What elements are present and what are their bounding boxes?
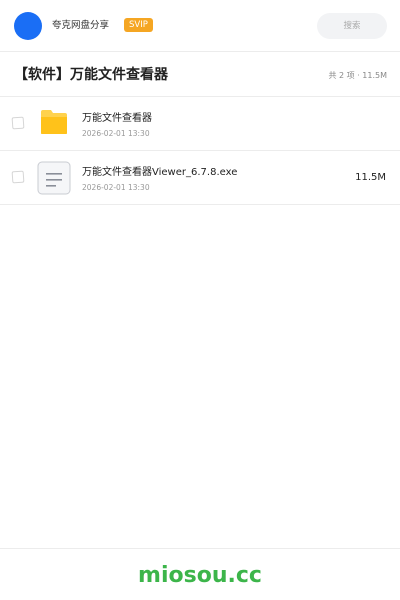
page-title: 【软件】万能文件查看器: [14, 67, 168, 83]
footer: miosou.cc: [0, 548, 400, 600]
file-row-folder[interactable]: 万能文件查看器 2026-02-01 13:30: [0, 97, 400, 151]
file-date: 2026-02-01 13:30: [82, 129, 150, 138]
user-avatar[interactable]: [14, 12, 42, 40]
select-checkbox[interactable]: [11, 116, 25, 130]
search-input[interactable]: [317, 13, 387, 39]
document-icon: [37, 161, 71, 195]
folder-summary: 共 2 项 · 11.5M: [328, 71, 387, 80]
brand-name: 夸克网盘分享: [52, 20, 110, 31]
folder-icon: [41, 110, 67, 134]
top-bar: 夸克网盘分享 SVIP: [0, 0, 400, 52]
file-name[interactable]: 万能文件查看器Viewer_6.7.8.exe: [82, 166, 237, 180]
file-list: 万能文件查看器 2026-02-01 13:30 万能文件查看器Viewer_6…: [0, 97, 400, 205]
file-name[interactable]: 万能文件查看器: [82, 112, 152, 126]
file-row-exe[interactable]: 万能文件查看器Viewer_6.7.8.exe 2026-02-01 13:30…: [0, 151, 400, 205]
select-checkbox[interactable]: [11, 170, 25, 184]
svip-badge: SVIP: [124, 18, 153, 32]
file-date: 2026-02-01 13:30: [82, 183, 150, 192]
site-watermark: miosou.cc: [138, 563, 262, 588]
folder-header: 【软件】万能文件查看器 共 2 项 · 11.5M: [0, 53, 400, 97]
file-size: 11.5M: [355, 172, 386, 183]
